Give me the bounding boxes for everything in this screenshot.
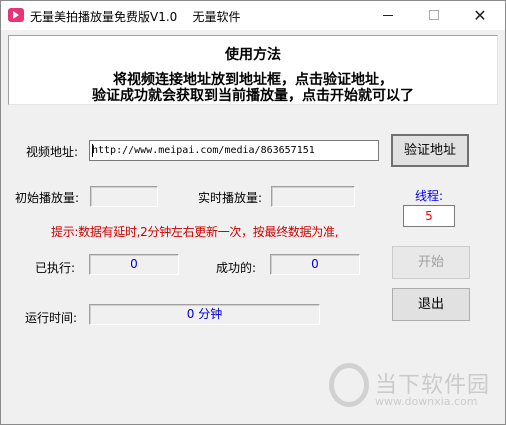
minimize-icon [383,15,393,16]
url-input[interactable]: http://www.meipai.com/media/863657151 [89,140,379,161]
minimize-button[interactable] [365,1,411,30]
url-label: 视频地址: [26,145,79,159]
runtime-label: 运行时间: [25,311,78,325]
help-line-2: 验证成功就会获取到当前播放量，点击开始就可以了 [92,88,414,104]
maximize-button[interactable] [411,1,457,30]
start-button[interactable]: 开始 [392,246,470,279]
runtime-field: 0 分钟 [89,304,320,325]
app-window: 无量美拍播放量免费版V1.0 无量软件 ✕ 使用方法 将视频连接地址放到地址框，… [0,0,506,425]
realtime-count-field [271,186,355,207]
exit-button[interactable]: 退出 [392,288,470,321]
thread-input[interactable]: 5 [403,205,455,227]
tip-text: 提示:数据有延时,2分钟左右更新一次，按最终数据为准, [51,225,339,239]
maximize-icon [429,10,439,20]
initial-count-label: 初始播放量: [15,191,80,205]
watermark-logo-icon [329,363,369,407]
success-field: 0 [270,254,360,275]
title-bar[interactable]: 无量美拍播放量免费版V1.0 无量软件 ✕ [1,1,505,30]
help-panel: 使用方法 将视频连接地址放到地址框，点击验证地址， 验证成功就会获取到当前播放量… [8,35,498,105]
window-title: 无量美拍播放量免费版V1.0 无量软件 [30,10,241,24]
initial-count-field [90,186,158,207]
executed-label: 已执行: [35,261,76,275]
watermark: 当下软件园 www.downxia.com [327,361,497,421]
thread-label: 线程: [415,189,444,203]
watermark-url: www.downxia.com [375,395,478,408]
help-title: 使用方法 [225,47,281,63]
verify-url-button[interactable]: 验证地址 [391,134,469,167]
close-icon: ✕ [473,6,487,25]
close-button[interactable]: ✕ [457,1,503,30]
app-logo-icon [8,8,24,22]
realtime-count-label: 实时播放量: [198,191,263,205]
success-label: 成功的: [216,261,257,275]
executed-field: 0 [89,254,179,275]
